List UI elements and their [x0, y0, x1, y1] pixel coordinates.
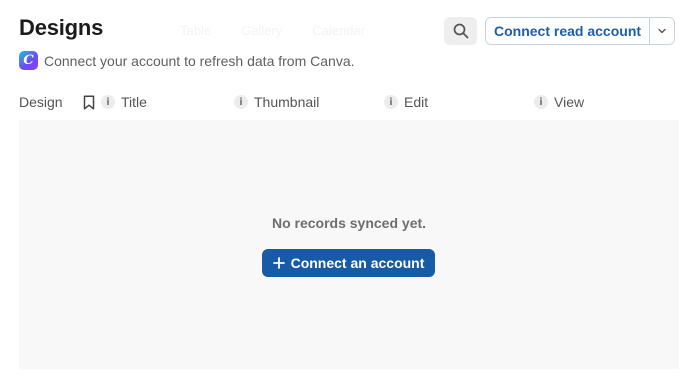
tab-table[interactable]: Table [180, 23, 211, 38]
column-edit[interactable]: i Edit [384, 92, 428, 112]
connect-options-dropdown[interactable] [650, 18, 674, 44]
tab-gallery[interactable]: Gallery [241, 23, 282, 38]
plus-icon [272, 257, 285, 269]
connect-an-account-label: Connect an account [290, 255, 425, 271]
page-title: Designs [19, 15, 104, 40]
designs-page: Designs Table Gallery Calendar Connect r… [0, 0, 699, 388]
canva-logo: C [19, 51, 38, 70]
empty-state-message: No records synced yet. [271, 215, 427, 231]
connect-hint: C Connect your account to refresh data f… [19, 51, 355, 70]
column-thumbnail-label: Thumbnail [254, 94, 320, 110]
info-icon[interactable]: i [384, 95, 398, 109]
search-button[interactable] [444, 17, 477, 45]
connect-hint-text: Connect your account to refresh data fro… [44, 52, 355, 69]
info-icon[interactable]: i [234, 95, 248, 109]
column-title-label: Title [121, 94, 147, 110]
column-view[interactable]: i View [534, 92, 584, 112]
column-thumbnail[interactable]: i Thumbnail [234, 92, 319, 112]
bookmark-icon [83, 94, 95, 110]
column-design-label: Design [19, 94, 63, 110]
connect-read-account-button[interactable]: Connect read account [486, 18, 651, 44]
search-icon [453, 23, 468, 39]
column-view-label: View [554, 94, 585, 110]
info-icon[interactable]: i [101, 95, 115, 109]
info-icon[interactable]: i [534, 95, 548, 109]
tab-calendar[interactable]: Calendar [312, 23, 365, 38]
column-design[interactable]: Design [19, 92, 63, 112]
column-title[interactable]: i Title [83, 92, 147, 112]
table-header: Design i Title i Thumbnail i Edit i View [19, 92, 679, 112]
view-tabs: Table Gallery Calendar [180, 23, 365, 38]
column-edit-label: Edit [404, 94, 429, 110]
connect-an-account-button[interactable]: Connect an account [262, 249, 435, 277]
table-empty-state: No records synced yet. Connect an accoun… [19, 120, 679, 369]
connect-account-split-button: Connect read account [485, 17, 675, 45]
chevron-down-icon [658, 28, 666, 34]
